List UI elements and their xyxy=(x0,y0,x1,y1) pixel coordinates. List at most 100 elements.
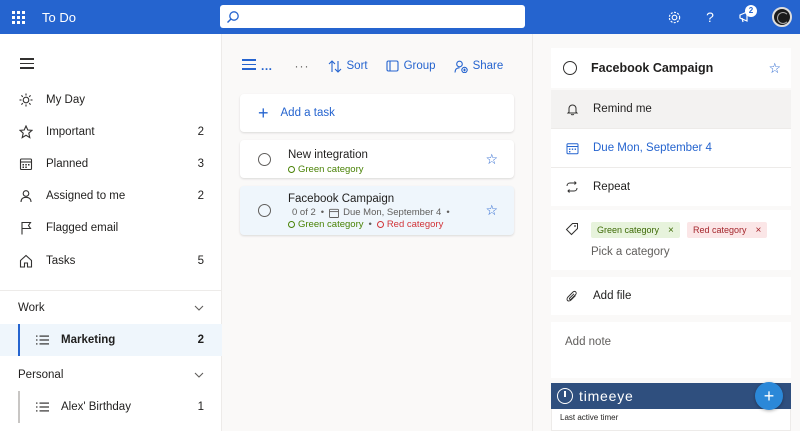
add-task-placeholder: Add a task xyxy=(280,107,335,119)
list-label: Marketing xyxy=(61,334,116,346)
app-title[interactable]: To Do xyxy=(42,10,76,25)
list-icon xyxy=(36,335,49,345)
sidebar-item-count: 2 xyxy=(197,126,204,138)
sidebar-item-important[interactable]: Important 2 xyxy=(0,116,222,148)
share-person-icon xyxy=(454,60,468,73)
timeeye-logo-icon xyxy=(557,388,573,404)
list-indicator xyxy=(18,324,20,356)
remove-category-button[interactable]: × xyxy=(756,225,762,236)
whats-new-button[interactable]: 2 xyxy=(728,0,764,34)
calendar-icon xyxy=(329,208,340,218)
list-options-button[interactable]: ... xyxy=(242,59,273,73)
sidebar-item-count: 2 xyxy=(197,190,204,202)
calendar-icon xyxy=(566,142,578,154)
top-icons: ? 2 xyxy=(656,0,800,34)
remove-category-button[interactable]: × xyxy=(668,225,674,236)
list-toolbar: ... ··· Sort Group Share xyxy=(242,56,522,76)
help-button[interactable]: ? xyxy=(692,0,728,34)
timeeye-add-button[interactable]: + xyxy=(755,382,783,410)
notification-badge: 2 xyxy=(745,5,757,17)
sidebar-item-count: 5 xyxy=(197,255,204,267)
sidebar-item-label: Important xyxy=(46,126,95,138)
sort-button[interactable]: Sort xyxy=(328,59,368,73)
top-bar: To Do ? 2 xyxy=(0,0,800,34)
remind-me-button[interactable]: Remind me xyxy=(551,90,791,128)
app-launcher-button[interactable] xyxy=(0,0,36,34)
list-indicator xyxy=(18,391,20,423)
sidebar-item-my-day[interactable]: My Day xyxy=(0,84,222,116)
task-item[interactable]: New integration Green category ☆ xyxy=(240,140,514,178)
importance-star-icon[interactable]: ☆ xyxy=(485,151,498,168)
task-list-pane: ... ··· Sort Group Share + Add a task Ne… xyxy=(222,34,530,431)
task-title: New integration xyxy=(288,149,368,161)
list-view-icon xyxy=(242,59,256,73)
sidebar-item-assigned-to-me[interactable]: Assigned to me 2 xyxy=(0,180,222,212)
repeat-icon xyxy=(566,181,578,193)
timeeye-name: timeeye xyxy=(579,388,634,404)
repeat-button[interactable]: Repeat xyxy=(551,168,791,206)
add-file-button[interactable]: Add file xyxy=(551,277,791,315)
account-button[interactable] xyxy=(764,0,800,34)
complete-checkbox[interactable] xyxy=(258,204,271,217)
chip-label: Green category xyxy=(597,225,660,235)
chevron-down-icon[interactable] xyxy=(194,303,204,313)
list-count: 2 xyxy=(197,334,204,346)
search-input[interactable] xyxy=(244,6,525,27)
sidebar-item-tasks[interactable]: Tasks 5 xyxy=(0,245,222,277)
detail-title-card: Facebook Campaign ☆ xyxy=(551,48,791,88)
add-task-input[interactable]: + Add a task xyxy=(240,94,514,132)
group-button[interactable]: Group xyxy=(386,60,436,72)
sidebar-item-planned[interactable]: Planned 3 xyxy=(0,148,222,180)
sidebar-list-marketing[interactable]: Marketing 2 xyxy=(0,324,222,356)
category-label: Green category xyxy=(298,219,364,230)
task-item-selected[interactable]: Facebook Campaign 0 of 2 • Due Mon, Sept… xyxy=(240,186,514,235)
repeat-label: Repeat xyxy=(593,181,631,193)
category-green: Green category xyxy=(288,164,363,175)
star-icon xyxy=(19,125,33,139)
share-button[interactable]: Share xyxy=(454,60,503,73)
more-options-button[interactable]: ··· xyxy=(295,59,310,73)
add-file-label: Add file xyxy=(593,290,632,302)
group-label: Personal xyxy=(18,369,64,381)
task-meta: Green category xyxy=(288,164,363,175)
complete-checkbox[interactable] xyxy=(563,61,577,75)
settings-button[interactable] xyxy=(656,0,692,34)
pick-category-button[interactable]: Pick a category xyxy=(591,246,670,258)
sidebar-item-label: Assigned to me xyxy=(46,190,126,202)
search-box[interactable] xyxy=(220,5,525,28)
due-date: Due Mon, September 4 xyxy=(343,207,442,218)
tag-icon xyxy=(565,223,578,236)
group-work[interactable]: Work xyxy=(0,294,222,322)
home-icon xyxy=(19,254,33,268)
due-date-button[interactable]: Due Mon, September 4 xyxy=(551,129,791,167)
task-title: Facebook Campaign xyxy=(288,193,395,205)
sidebar-list-alex-birthday[interactable]: Alex' Birthday 1 xyxy=(0,391,222,423)
chevron-down-icon[interactable] xyxy=(194,370,204,380)
task-meta-line2: Green category • Red category xyxy=(288,219,443,230)
detail-task-title[interactable]: Facebook Campaign xyxy=(591,61,768,75)
avatar xyxy=(772,7,792,27)
list-title-dots: ... xyxy=(261,59,273,73)
chip-label: Red category xyxy=(693,225,747,235)
sidebar-item-count: 3 xyxy=(197,158,204,170)
group-personal[interactable]: Personal xyxy=(0,361,222,389)
help-icon: ? xyxy=(706,9,714,25)
category-dot-icon xyxy=(288,221,295,228)
category-dot-icon xyxy=(288,166,295,173)
timeeye-subtitle: Last active timer xyxy=(551,409,791,431)
list-count: 1 xyxy=(197,401,204,413)
category-label: Red category xyxy=(386,219,444,230)
hamburger-icon[interactable] xyxy=(20,58,34,72)
waffle-icon xyxy=(11,10,25,24)
importance-star-icon[interactable]: ☆ xyxy=(768,60,781,77)
sidebar-item-label: Planned xyxy=(46,158,89,170)
sidebar-item-flagged-email[interactable]: Flagged email xyxy=(0,212,222,244)
gear-icon xyxy=(668,11,680,23)
person-icon xyxy=(20,190,32,203)
importance-star-icon[interactable]: ☆ xyxy=(485,202,498,219)
category-dot-icon xyxy=(376,221,384,228)
add-note-textarea[interactable]: Add note xyxy=(551,322,791,378)
sort-label: Sort xyxy=(346,60,368,72)
sidebar-divider xyxy=(0,290,222,291)
complete-checkbox[interactable] xyxy=(258,153,271,166)
